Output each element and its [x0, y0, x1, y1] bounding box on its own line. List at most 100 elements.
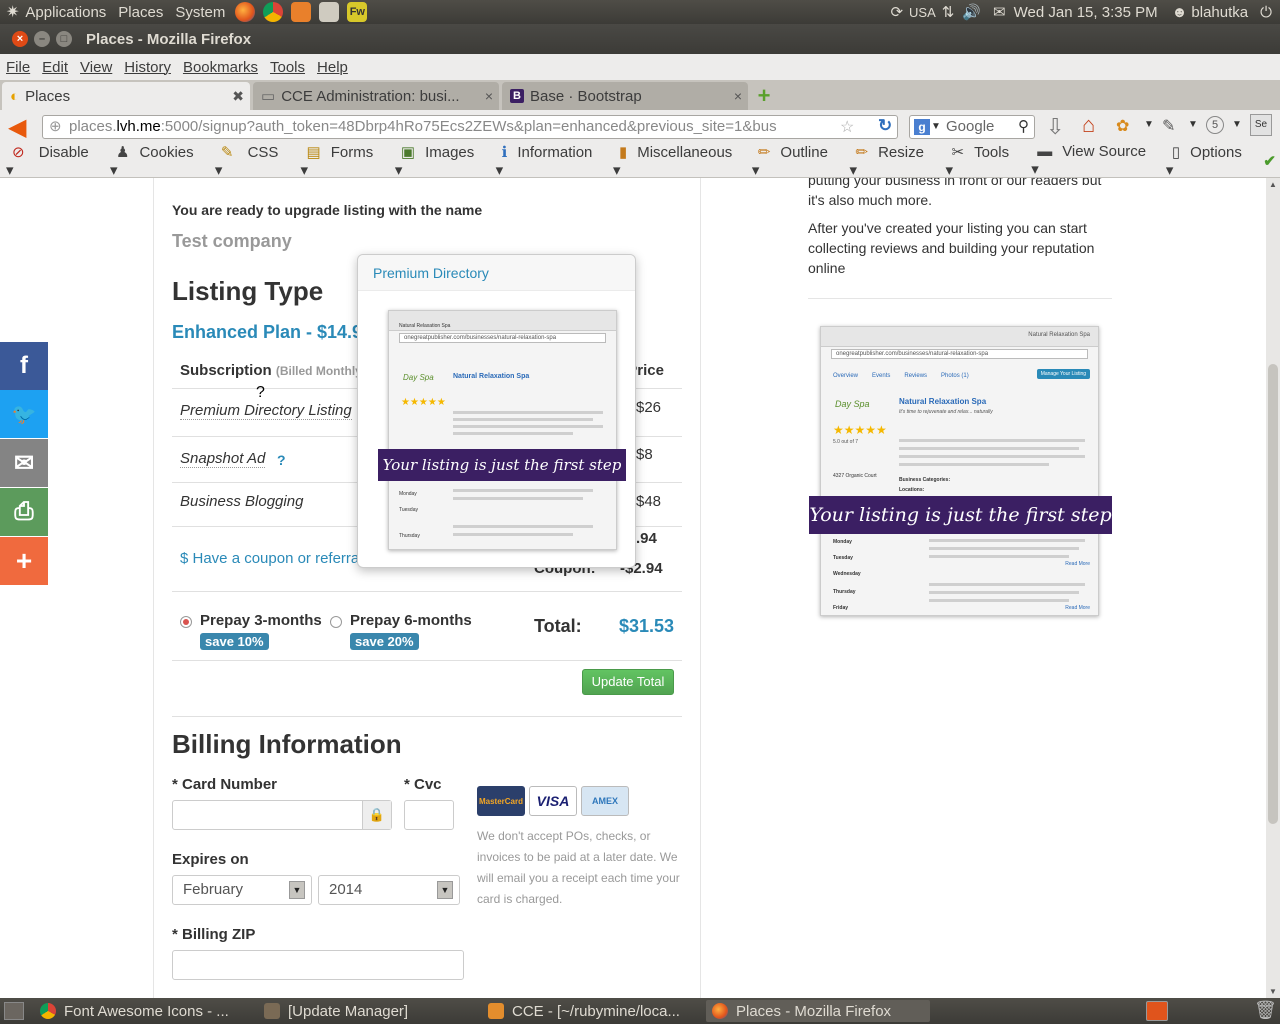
tab-cce-admin[interactable]: ▭ CCE Administration: busi... ×: [253, 82, 499, 110]
outline-menu[interactable]: ✏ Outline ▾: [752, 143, 840, 179]
ubuntu-logo-icon[interactable]: ✷: [6, 2, 19, 22]
update-total-button[interactable]: Update Total: [582, 669, 674, 695]
menu-applications[interactable]: Applications: [19, 4, 112, 21]
disable-menu[interactable]: ⊘ Disable ▾: [6, 143, 100, 179]
clock[interactable]: Wed Jan 15, 3:35 PM: [1014, 4, 1158, 21]
options-menu[interactable]: ▯ Options ▾: [1166, 143, 1254, 179]
rubymine-launcher-icon[interactable]: [291, 2, 312, 22]
workspace-switcher-icon[interactable]: [1146, 1001, 1168, 1021]
help-icon[interactable]: ?: [277, 452, 286, 468]
chrome-launcher-icon[interactable]: [263, 2, 284, 22]
menu-help[interactable]: Help: [317, 59, 348, 76]
close-window-icon[interactable]: ×: [12, 31, 28, 47]
menu-tools[interactable]: Tools: [270, 59, 305, 76]
premium-directory-listing-item[interactable]: Premium Directory Listing: [180, 402, 352, 420]
user-name[interactable]: blahutka: [1191, 4, 1248, 21]
resize-menu[interactable]: ✏ Resize ▾: [849, 143, 935, 179]
snapshot-ad-item[interactable]: Snapshot Ad: [180, 450, 266, 468]
resize-icon: ✏: [855, 143, 869, 161]
extension-fox-icon[interactable]: ✿: [1116, 116, 1129, 136]
billing-zip-input[interactable]: [172, 950, 464, 980]
fireworks-launcher-icon[interactable]: Fw: [347, 2, 368, 22]
close-tab-icon[interactable]: ✖: [232, 88, 244, 105]
prepay-6-months-radio[interactable]: [330, 616, 342, 628]
search-icon[interactable]: ⚲: [1018, 116, 1029, 138]
expiry-year-select[interactable]: 2014 ▼: [318, 875, 460, 905]
save-20-badge: save 20%: [350, 633, 419, 650]
status-check-icon[interactable]: ✔: [1263, 152, 1276, 170]
tab-places[interactable]: ◐ Places ✖: [2, 82, 250, 110]
firefox-launcher-icon[interactable]: [235, 2, 256, 22]
menu-places[interactable]: Places: [112, 4, 169, 21]
maximize-window-icon[interactable]: □: [56, 31, 72, 47]
forms-menu[interactable]: ▤ Forms ▾: [301, 143, 385, 179]
expiry-month-select[interactable]: February ▼: [172, 875, 312, 905]
business-blogging-item[interactable]: Business Blogging: [180, 493, 303, 510]
menu-history[interactable]: History: [124, 59, 171, 76]
download-arrow-icon[interactable]: ⇩: [1046, 114, 1064, 140]
taskbar-item-font-awesome[interactable]: Font Awesome Icons - ...: [34, 1000, 256, 1022]
menu-system[interactable]: System: [169, 4, 231, 21]
taskbar-item-places-firefox[interactable]: Places - Mozilla Firefox: [706, 1000, 930, 1022]
network-icon[interactable]: ⟳: [890, 3, 903, 21]
tab-bootstrap[interactable]: B Base · Bootstrap ×: [502, 82, 748, 110]
search-box[interactable]: g ▼ Google ⚲: [909, 115, 1035, 139]
cookies-menu[interactable]: ♟ Cookies ▾: [110, 143, 205, 179]
tools-menu[interactable]: ✂ Tools ▾: [946, 143, 1022, 179]
site-identity-icon[interactable]: ⊕: [49, 116, 62, 138]
badge-dropdown-icon[interactable]: ▼: [1232, 119, 1242, 130]
close-tab-icon[interactable]: ×: [485, 88, 493, 104]
scroll-down-arrow-icon[interactable]: ▼: [1269, 987, 1277, 996]
print-share-button[interactable]: ⎙: [0, 488, 48, 536]
search-engine-dropdown-icon[interactable]: ▼: [931, 116, 941, 138]
print-icon: ⎙: [14, 498, 34, 525]
power-icon[interactable]: ⏻: [1260, 4, 1272, 21]
menu-view[interactable]: View: [80, 59, 112, 76]
show-desktop-icon[interactable]: [4, 1002, 24, 1020]
css-menu[interactable]: ✎ CSS ▾: [215, 143, 291, 179]
information-menu[interactable]: ℹ Information ▾: [496, 143, 603, 179]
scrollbar-thumb[interactable]: [1268, 364, 1278, 824]
volume-icon[interactable]: 🔊: [962, 3, 981, 21]
extension-dropdown-icon[interactable]: ▼: [1144, 119, 1154, 130]
prepay-3-months-radio[interactable]: [180, 616, 192, 628]
taskbar-item-update-manager[interactable]: [Update Manager]: [258, 1000, 480, 1022]
card-number-input[interactable]: [172, 800, 392, 830]
mail-icon[interactable]: ✉: [993, 3, 1006, 21]
view-source-menu[interactable]: ▬ View Source ▾: [1031, 143, 1156, 178]
images-menu[interactable]: ▣ Images ▾: [395, 143, 486, 179]
more-share-button[interactable]: +: [0, 537, 48, 585]
calculator-launcher-icon[interactable]: [319, 2, 340, 22]
bookmark-star-icon[interactable]: ☆: [840, 117, 854, 137]
menu-edit[interactable]: Edit: [42, 59, 68, 76]
keyboard-layout[interactable]: USA: [909, 5, 936, 20]
reload-icon[interactable]: ↻: [878, 116, 892, 136]
facebook-share-button[interactable]: f: [0, 342, 48, 390]
selenium-icon[interactable]: Se: [1250, 114, 1272, 136]
twitter-share-button[interactable]: 🐦: [0, 390, 48, 438]
url-bar[interactable]: ⊕ places.lvh.me:5000/signup?auth_token=48…: [42, 115, 898, 139]
billing-zip-label: * Billing ZIP: [172, 926, 256, 943]
eyedropper-dropdown-icon[interactable]: ▼: [1188, 119, 1198, 130]
chrome-icon: [40, 1003, 56, 1019]
cvc-input[interactable]: [404, 800, 454, 830]
downloads-count-badge[interactable]: 5: [1206, 116, 1224, 134]
menu-bookmarks[interactable]: Bookmarks: [183, 59, 258, 76]
back-arrow-icon[interactable]: ◀: [8, 113, 26, 142]
eyedropper-icon[interactable]: ✎: [1162, 116, 1175, 136]
trash-icon[interactable]: 🗑: [1254, 1000, 1277, 1021]
home-icon[interactable]: ⌂: [1082, 112, 1095, 138]
menu-file[interactable]: File: [6, 59, 30, 76]
transfer-icon[interactable]: ⇅: [942, 3, 955, 21]
minimize-window-icon[interactable]: –: [34, 31, 50, 47]
prepay-6-months-label[interactable]: Prepay 6-months: [350, 612, 472, 629]
taskbar-item-cce-rubymine[interactable]: CCE - [~/rubymine/loca...: [482, 1000, 704, 1022]
email-share-button[interactable]: ✉: [0, 439, 48, 487]
prepay-3-months-label[interactable]: Prepay 3-months: [200, 612, 322, 629]
scroll-up-arrow-icon[interactable]: ▲: [1269, 180, 1277, 189]
close-tab-icon[interactable]: ×: [734, 88, 742, 104]
miscellaneous-menu[interactable]: ▮ Miscellaneous ▾: [613, 143, 742, 179]
coupon-link[interactable]: $ Have a coupon or referral: [180, 550, 363, 567]
new-tab-button[interactable]: +: [751, 84, 777, 108]
page-scrollbar[interactable]: ▲ ▼: [1266, 178, 1280, 998]
